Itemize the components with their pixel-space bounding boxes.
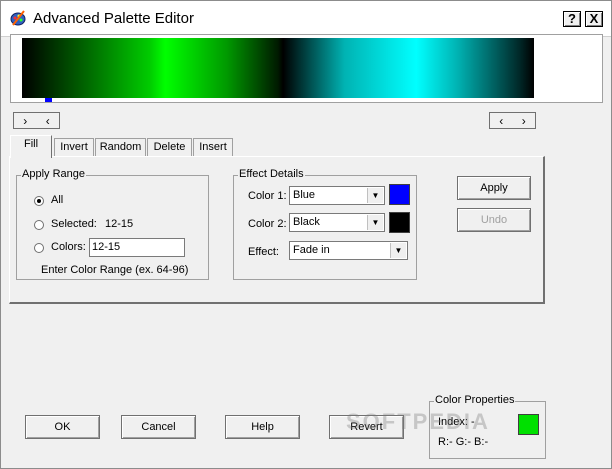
title-bar: Advanced Palette Editor ? X bbox=[1, 1, 611, 37]
palette-scroll-right-group[interactable]: ‹ › bbox=[489, 112, 536, 129]
color2-value: Black bbox=[293, 216, 320, 228]
palette-editor-window: Advanced Palette Editor ? X › ‹ ‹ › Fill… bbox=[0, 0, 612, 469]
apply-button[interactable]: Apply bbox=[457, 176, 531, 200]
chevron-down-icon[interactable]: ▼ bbox=[390, 243, 406, 258]
chevron-down-icon[interactable]: ▼ bbox=[367, 215, 383, 230]
apply-range-title: Apply Range bbox=[21, 168, 86, 180]
effect-select[interactable]: Fade in ▼ bbox=[289, 241, 408, 260]
color1-select[interactable]: Blue ▼ bbox=[289, 186, 385, 205]
radio-selected[interactable] bbox=[34, 220, 44, 230]
tab-insert[interactable]: Insert bbox=[193, 138, 233, 157]
palette-selection-marker bbox=[45, 98, 52, 102]
radio-selected-label: Selected: bbox=[51, 218, 97, 230]
window-title: Advanced Palette Editor bbox=[33, 10, 194, 27]
effect-details-group: Effect Details Color 1: Blue ▼ Color 2: … bbox=[233, 168, 417, 280]
scroll-right-button[interactable]: › bbox=[23, 114, 27, 128]
colors-range-input[interactable]: 12-15 bbox=[89, 238, 185, 257]
scroll-left-button[interactable]: ‹ bbox=[46, 114, 50, 128]
radio-all[interactable] bbox=[34, 196, 44, 206]
color2-swatch[interactable] bbox=[389, 212, 410, 233]
cancel-button[interactable]: Cancel bbox=[121, 415, 196, 439]
tab-invert[interactable]: Invert bbox=[54, 138, 94, 157]
help-title-button[interactable]: ? bbox=[563, 11, 581, 27]
effect-details-title: Effect Details bbox=[238, 168, 305, 180]
radio-colors[interactable] bbox=[34, 243, 44, 253]
softpedia-watermark: SOFTPEDIA bbox=[346, 409, 490, 434]
scroll-left-button[interactable]: ‹ bbox=[499, 114, 503, 128]
palette-scroll-left-group[interactable]: › ‹ bbox=[13, 112, 60, 129]
apply-range-group: Apply Range All Selected: 12-15 Colors: … bbox=[16, 168, 209, 280]
color2-label: Color 2: bbox=[248, 218, 287, 230]
color-properties-title: Color Properties bbox=[434, 394, 516, 406]
scroll-right-button[interactable]: › bbox=[522, 114, 526, 128]
selected-range-value: 12-15 bbox=[105, 218, 134, 230]
radio-colors-label: Colors: bbox=[51, 241, 86, 253]
color1-value: Blue bbox=[293, 189, 316, 201]
tab-fill[interactable]: Fill bbox=[10, 135, 52, 158]
color1-label: Color 1: bbox=[248, 190, 287, 202]
color-rgb-label: R:- G:- B:- bbox=[438, 436, 489, 448]
effect-label: Effect: bbox=[248, 246, 279, 258]
chevron-down-icon[interactable]: ▼ bbox=[367, 188, 383, 203]
close-button[interactable]: X bbox=[585, 11, 603, 27]
ok-button[interactable]: OK bbox=[25, 415, 100, 439]
color-range-hint: Enter Color Range (ex. 64-96) bbox=[41, 264, 189, 276]
effect-value: Fade in bbox=[293, 244, 330, 256]
help-button[interactable]: Help bbox=[225, 415, 300, 439]
color1-swatch[interactable] bbox=[389, 184, 410, 205]
palette-gradient[interactable] bbox=[22, 38, 534, 98]
current-color-swatch bbox=[518, 414, 539, 435]
radio-all-label: All bbox=[51, 194, 64, 206]
undo-button[interactable]: Undo bbox=[457, 208, 531, 232]
tab-random[interactable]: Random bbox=[95, 138, 146, 157]
color2-select[interactable]: Black ▼ bbox=[289, 213, 385, 232]
palette-view[interactable] bbox=[10, 34, 603, 103]
palette-app-icon bbox=[10, 10, 26, 26]
tab-delete[interactable]: Delete bbox=[147, 138, 192, 157]
